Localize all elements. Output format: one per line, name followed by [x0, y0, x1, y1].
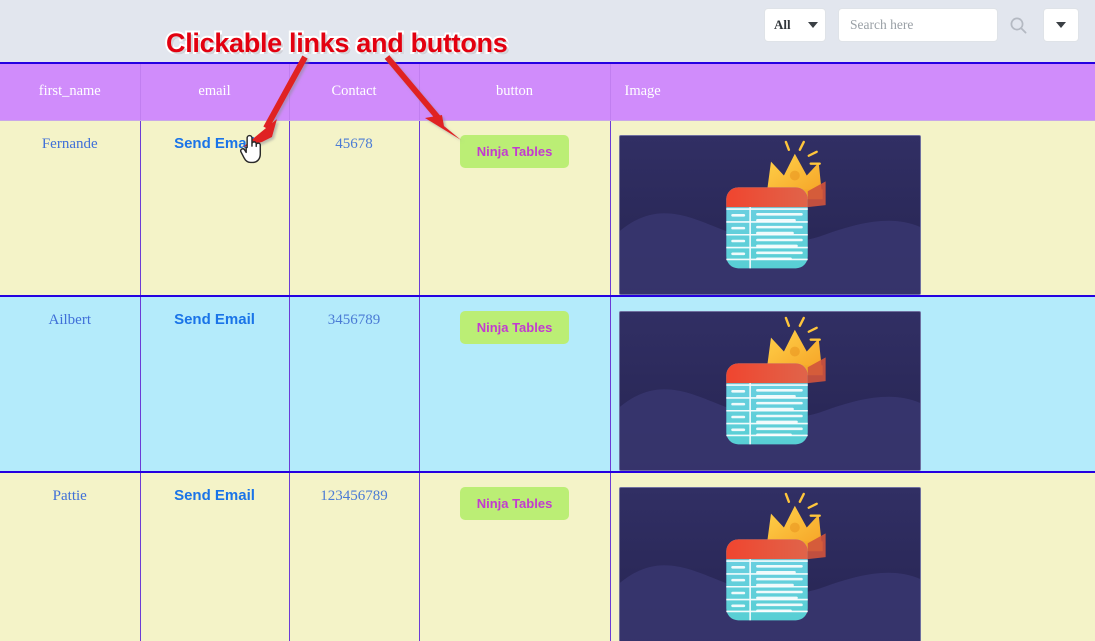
- search-options-dropdown-button[interactable]: [1043, 8, 1079, 42]
- table-row: Pattie Send Email 123456789 Ninja Tables: [0, 471, 1095, 641]
- search-button[interactable]: [999, 8, 1037, 42]
- chevron-down-icon: [1056, 22, 1066, 28]
- search-icon: [1010, 17, 1027, 34]
- ninja-tables-button[interactable]: Ninja Tables: [459, 310, 570, 344]
- cell-email: Send Email: [140, 471, 290, 641]
- table-header-row: first_name email Contact button Image: [0, 64, 1095, 121]
- table-row: Ailbert Send Email 3456789 Ninja Tables: [0, 295, 1095, 473]
- cell-email: Send Email: [140, 120, 290, 297]
- ninja-crown-table-illustration: [619, 135, 920, 294]
- ninja-tables-logo-image: [618, 310, 921, 471]
- cell-button: Ninja Tables: [419, 120, 611, 297]
- send-email-link[interactable]: Send Email: [174, 487, 255, 504]
- cell-first-name: Fernande: [0, 120, 141, 297]
- column-header-email[interactable]: email: [140, 64, 290, 121]
- table-header: first_name email Contact button Image: [0, 64, 1095, 121]
- cell-image: [610, 295, 1095, 473]
- cell-image: [610, 120, 1095, 297]
- ninja-crown-table-illustration: [619, 311, 920, 470]
- cell-first-name: Pattie: [0, 471, 141, 641]
- contact-value: 3456789: [327, 311, 381, 328]
- ninja-crown-table-illustration: [619, 487, 920, 641]
- first-name-value: Ailbert: [48, 311, 92, 328]
- annotation-label: Clickable links and buttons: [164, 26, 510, 60]
- table-body: Fernande Send Email 45678 Ninja Tables A…: [0, 120, 1095, 641]
- ninja-tables-button[interactable]: Ninja Tables: [459, 134, 570, 168]
- ninja-tables-logo-image: [618, 486, 921, 641]
- ninja-tables-logo-image: [618, 134, 921, 295]
- cell-button: Ninja Tables: [419, 471, 611, 641]
- search-input[interactable]: [838, 8, 998, 42]
- column-header-button[interactable]: button: [419, 64, 611, 121]
- search-scope-select[interactable]: All: [764, 8, 826, 42]
- first-name-value: Fernande: [41, 135, 98, 152]
- search-scope-label: All: [774, 17, 791, 32]
- column-header-image[interactable]: Image: [610, 64, 1095, 121]
- ninja-tables-button[interactable]: Ninja Tables: [459, 486, 570, 520]
- cell-first-name: Ailbert: [0, 295, 141, 473]
- cell-contact: 123456789: [289, 471, 420, 641]
- cell-contact: 3456789: [289, 295, 420, 473]
- data-table: first_name email Contact button Image Fe…: [0, 64, 1095, 641]
- cell-email: Send Email: [140, 295, 290, 473]
- data-table-container: first_name email Contact button Image Fe…: [0, 62, 1095, 641]
- ninja-tables-preview: All Search here first_name email Contact…: [0, 0, 1095, 641]
- contact-value: 123456789: [320, 487, 388, 504]
- send-email-link[interactable]: Send Email: [174, 311, 255, 328]
- chevron-down-icon: [808, 22, 818, 28]
- contact-value: 45678: [335, 135, 373, 152]
- send-email-link[interactable]: Send Email: [174, 135, 255, 152]
- column-header-contact[interactable]: Contact: [289, 64, 420, 121]
- column-header-first-name[interactable]: first_name: [0, 64, 141, 121]
- cell-contact: 45678: [289, 120, 420, 297]
- table-row: Fernande Send Email 45678 Ninja Tables: [0, 120, 1095, 297]
- first-name-value: Pattie: [52, 487, 87, 504]
- cell-button: Ninja Tables: [419, 295, 611, 473]
- table-toolbar: All: [0, 0, 1095, 62]
- search-cluster: All: [764, 7, 1079, 43]
- cell-image: [610, 471, 1095, 641]
